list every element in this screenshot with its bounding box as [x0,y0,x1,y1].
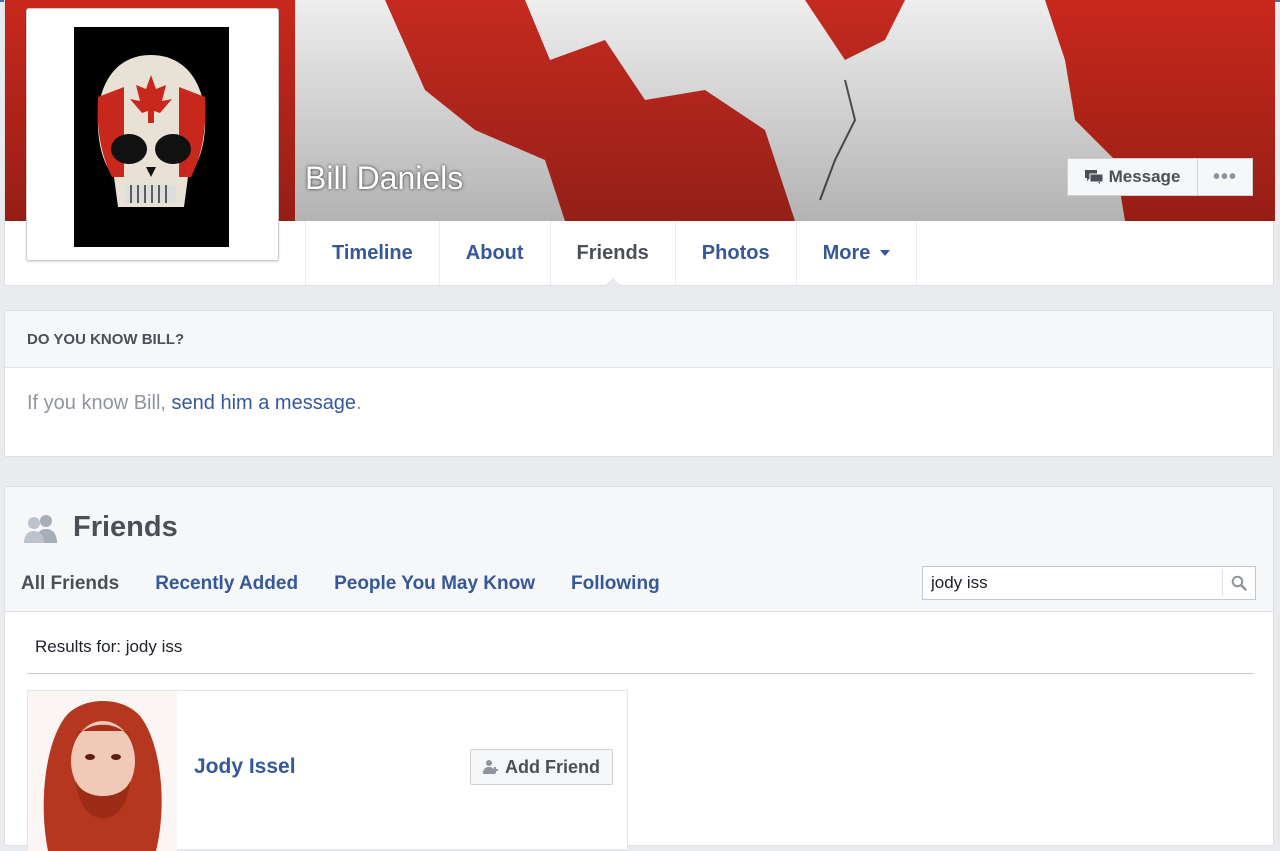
profile-name[interactable]: Bill Daniels [305,160,463,197]
tab-timeline-label: Timeline [332,241,413,264]
tab-photos[interactable]: Photos [676,221,797,285]
results-label: Results for: jody iss [35,637,183,656]
more-options-button[interactable]: ••• [1198,158,1253,196]
send-message-link[interactable]: send him a message [172,392,357,414]
do-you-know-card: DO YOU KNOW BILL? If you know Bill, send… [4,310,1274,457]
tab-timeline[interactable]: Timeline [306,221,440,285]
friends-search [922,566,1256,600]
friends-section: Friends All Friends Recently Added Peopl… [4,486,1274,851]
do-you-know-heading: DO YOU KNOW BILL? [5,311,1273,368]
tab-friends-label: Friends [576,241,649,264]
add-friend-button[interactable]: Add Friend [470,749,613,785]
profile-tabs: Timeline About Friends Photos More [305,221,918,286]
friend-result-card: Jody Issel Add Friend [27,690,628,851]
friends-search-input[interactable] [923,568,1222,598]
message-icon [1084,170,1103,184]
add-friend-label: Add Friend [505,756,600,777]
know-text-suffix: . [356,392,362,414]
subtab-recently-added[interactable]: Recently Added [155,573,298,595]
chevron-down-icon [880,250,891,256]
profile-picture[interactable] [26,8,279,261]
friends-subtabs: All Friends Recently Added People You Ma… [21,573,660,595]
tab-friends[interactable]: Friends [551,221,676,286]
friend-name-link[interactable]: Jody Issel [194,755,296,779]
tab-more[interactable]: More [797,221,918,285]
know-text-prefix: If you know Bill, [27,392,172,414]
friends-title-text: Friends [73,511,178,543]
message-button-label: Message [1108,167,1181,186]
tab-photos-label: Photos [701,241,770,264]
search-icon [1231,575,1247,591]
subtab-people-you-may-know[interactable]: People You May Know [334,573,535,595]
friends-header: Friends All Friends Recently Added Peopl… [5,487,1273,612]
friends-icon [24,514,57,543]
profile-header: Bill Daniels Message ••• Timeline About … [4,0,1275,286]
subtab-all-friends[interactable]: All Friends [21,573,119,595]
add-friend-icon [483,760,498,774]
tab-about[interactable]: About [440,221,551,285]
subtab-following[interactable]: Following [571,573,660,595]
search-button[interactable] [1222,570,1255,596]
friend-avatar-image [28,691,177,851]
tab-about-label: About [465,241,524,264]
divider [27,673,1254,674]
message-button[interactable]: Message [1067,158,1198,196]
do-you-know-text: If you know Bill, send him a message. [5,368,1273,439]
friend-avatar[interactable] [28,691,177,851]
friends-title: Friends [23,511,178,544]
tab-more-label: More [822,241,871,264]
skull-flag-icon [74,27,229,247]
profile-picture-image [74,27,229,247]
